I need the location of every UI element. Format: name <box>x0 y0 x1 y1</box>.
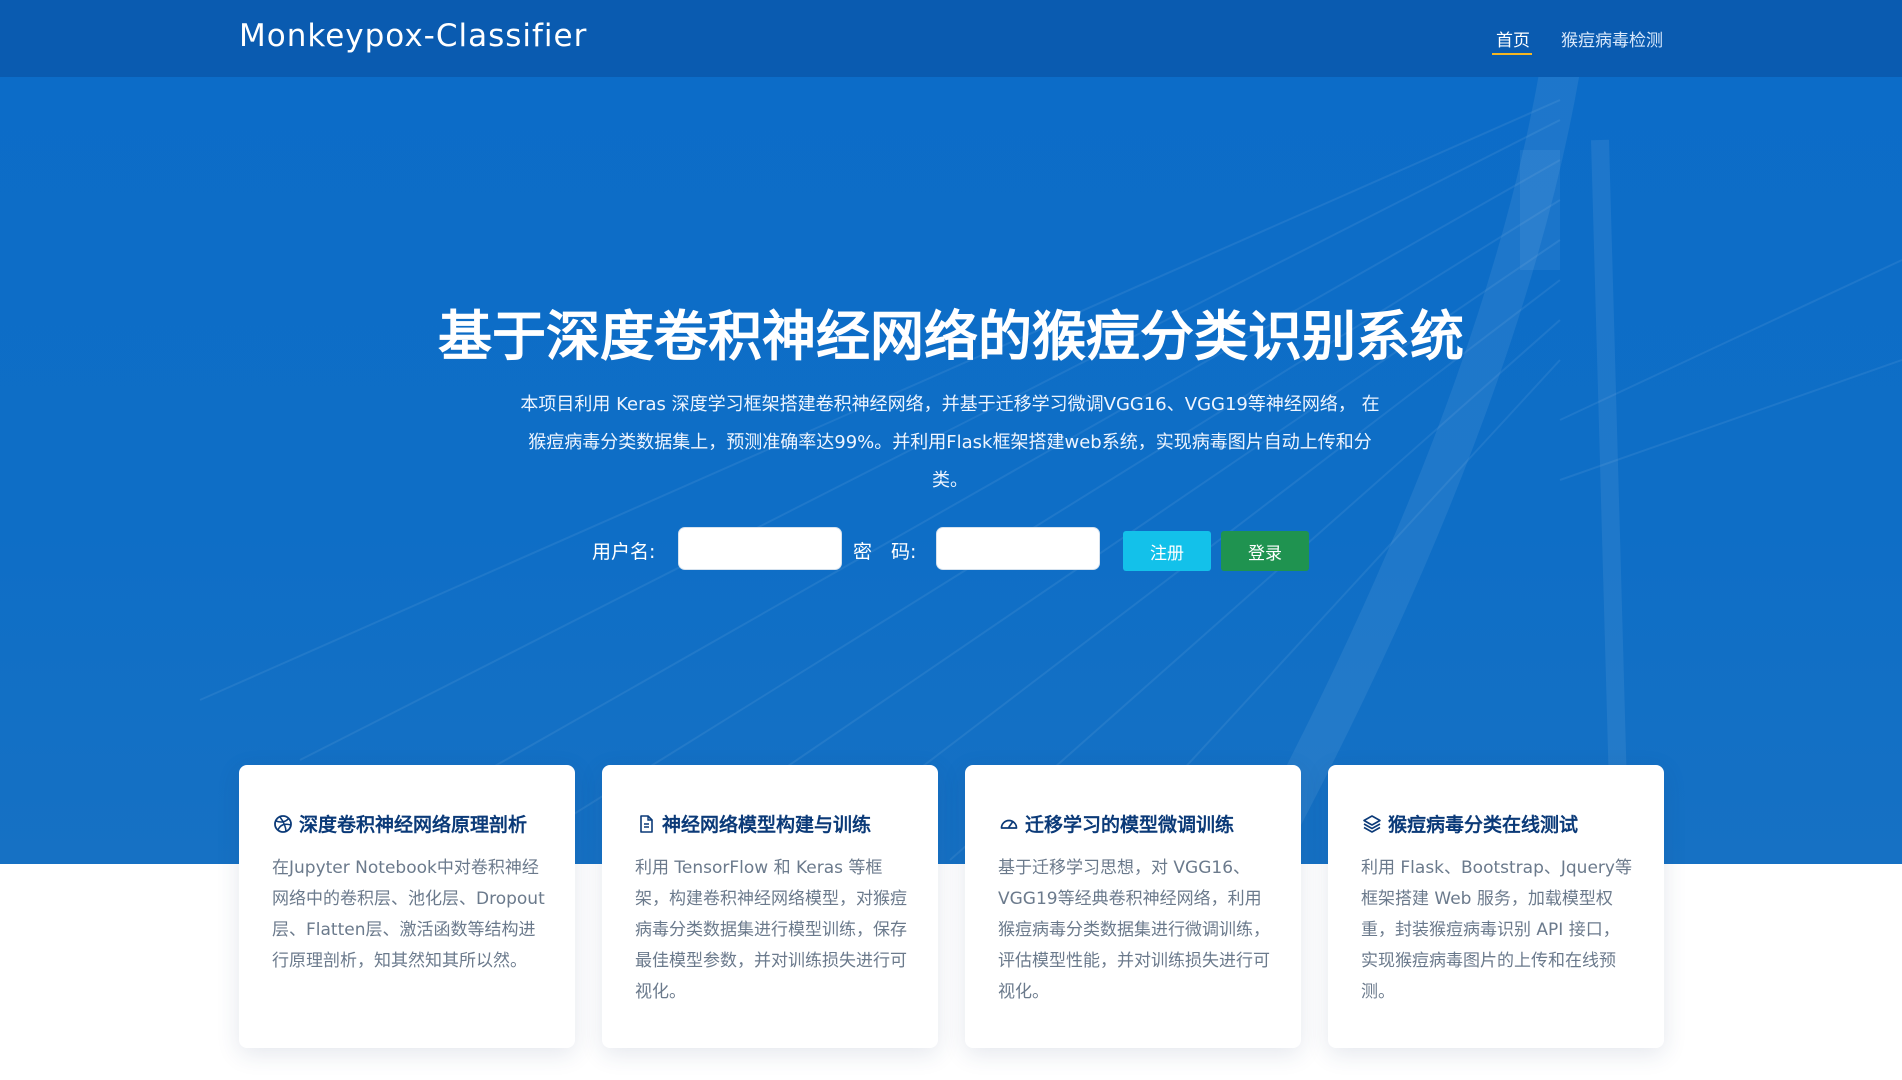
hero-description: 本项目利用 Keras 深度学习框架搭建卷积神经网络，并基于迁移学习微调VGG1… <box>520 394 1380 491</box>
username-label: 用户名: <box>592 541 656 563</box>
card-description: 利用 Flask、Bootstrap、Jquery等框架搭建 Web 服务，加载… <box>1361 858 1632 1002</box>
page-title: 基于深度卷积神经网络的猴痘分类识别系统 <box>438 305 1464 368</box>
nav-monkeypox-detection[interactable]: 猴痘病毒检测 <box>1561 26 1663 51</box>
login-button[interactable]: 登录 <box>1221 531 1309 571</box>
speedometer-icon <box>1000 819 1018 829</box>
card-title-text: 猴痘病毒分类在线测试 <box>1388 814 1579 836</box>
register-button[interactable]: 注册 <box>1123 531 1211 571</box>
card-title-text: 深度卷积神经网络原理剖析 <box>299 814 528 836</box>
card-title: 迁移学习的模型微调训练 <box>999 810 1281 837</box>
document-icon <box>640 815 653 833</box>
feature-card-online-testing: 猴痘病毒分类在线测试 利用 Flask、Bootstrap、Jquery等框架搭… <box>1328 765 1664 1048</box>
brand-logo[interactable]: Monkeypox-Classifier <box>239 18 587 54</box>
card-title: 神经网络模型构建与训练 <box>636 810 918 837</box>
password-input[interactable] <box>936 527 1100 570</box>
card-title: 深度卷积神经网络原理剖析 <box>273 810 555 837</box>
card-title: 猴痘病毒分类在线测试 <box>1362 810 1644 837</box>
username-input[interactable] <box>678 527 842 570</box>
nav-home[interactable]: 首页 <box>1496 26 1530 51</box>
feature-card-cnn-principles: 深度卷积神经网络原理剖析 在Jupyter Notebook中对卷积神经网络中的… <box>239 765 575 1048</box>
feature-card-model-training: 神经网络模型构建与训练 利用 TensorFlow 和 Keras 等框架，构建… <box>602 765 938 1048</box>
dribbble-icon <box>274 815 292 833</box>
card-title-text: 迁移学习的模型微调训练 <box>1025 814 1235 836</box>
card-description: 在Jupyter Notebook中对卷积神经网络中的卷积层、池化层、Dropo… <box>272 858 545 971</box>
top-navbar: Monkeypox-Classifier 首页 猴痘病毒检测 <box>0 0 1902 77</box>
layers-icon <box>1363 815 1381 833</box>
card-description: 利用 TensorFlow 和 Keras 等框架，构建卷积神经网络模型，对猴痘… <box>635 858 907 1002</box>
hero-section: Monkeypox-Classifier 首页 猴痘病毒检测 基于深度卷积神经网… <box>0 0 1902 864</box>
nav-active-indicator <box>1492 53 1532 55</box>
card-description: 基于迁移学习思想，对 VGG16、VGG19等经典卷积神经网络，利用猴痘病毒分类… <box>998 858 1270 1002</box>
password-label: 密 码: <box>853 541 917 563</box>
card-title-text: 神经网络模型构建与训练 <box>662 814 872 836</box>
feature-card-transfer-learning: 迁移学习的模型微调训练 基于迁移学习思想，对 VGG16、VGG19等经典卷积神… <box>965 765 1301 1048</box>
login-form: 用户名: 密 码: 注册 登录 <box>0 527 1902 572</box>
